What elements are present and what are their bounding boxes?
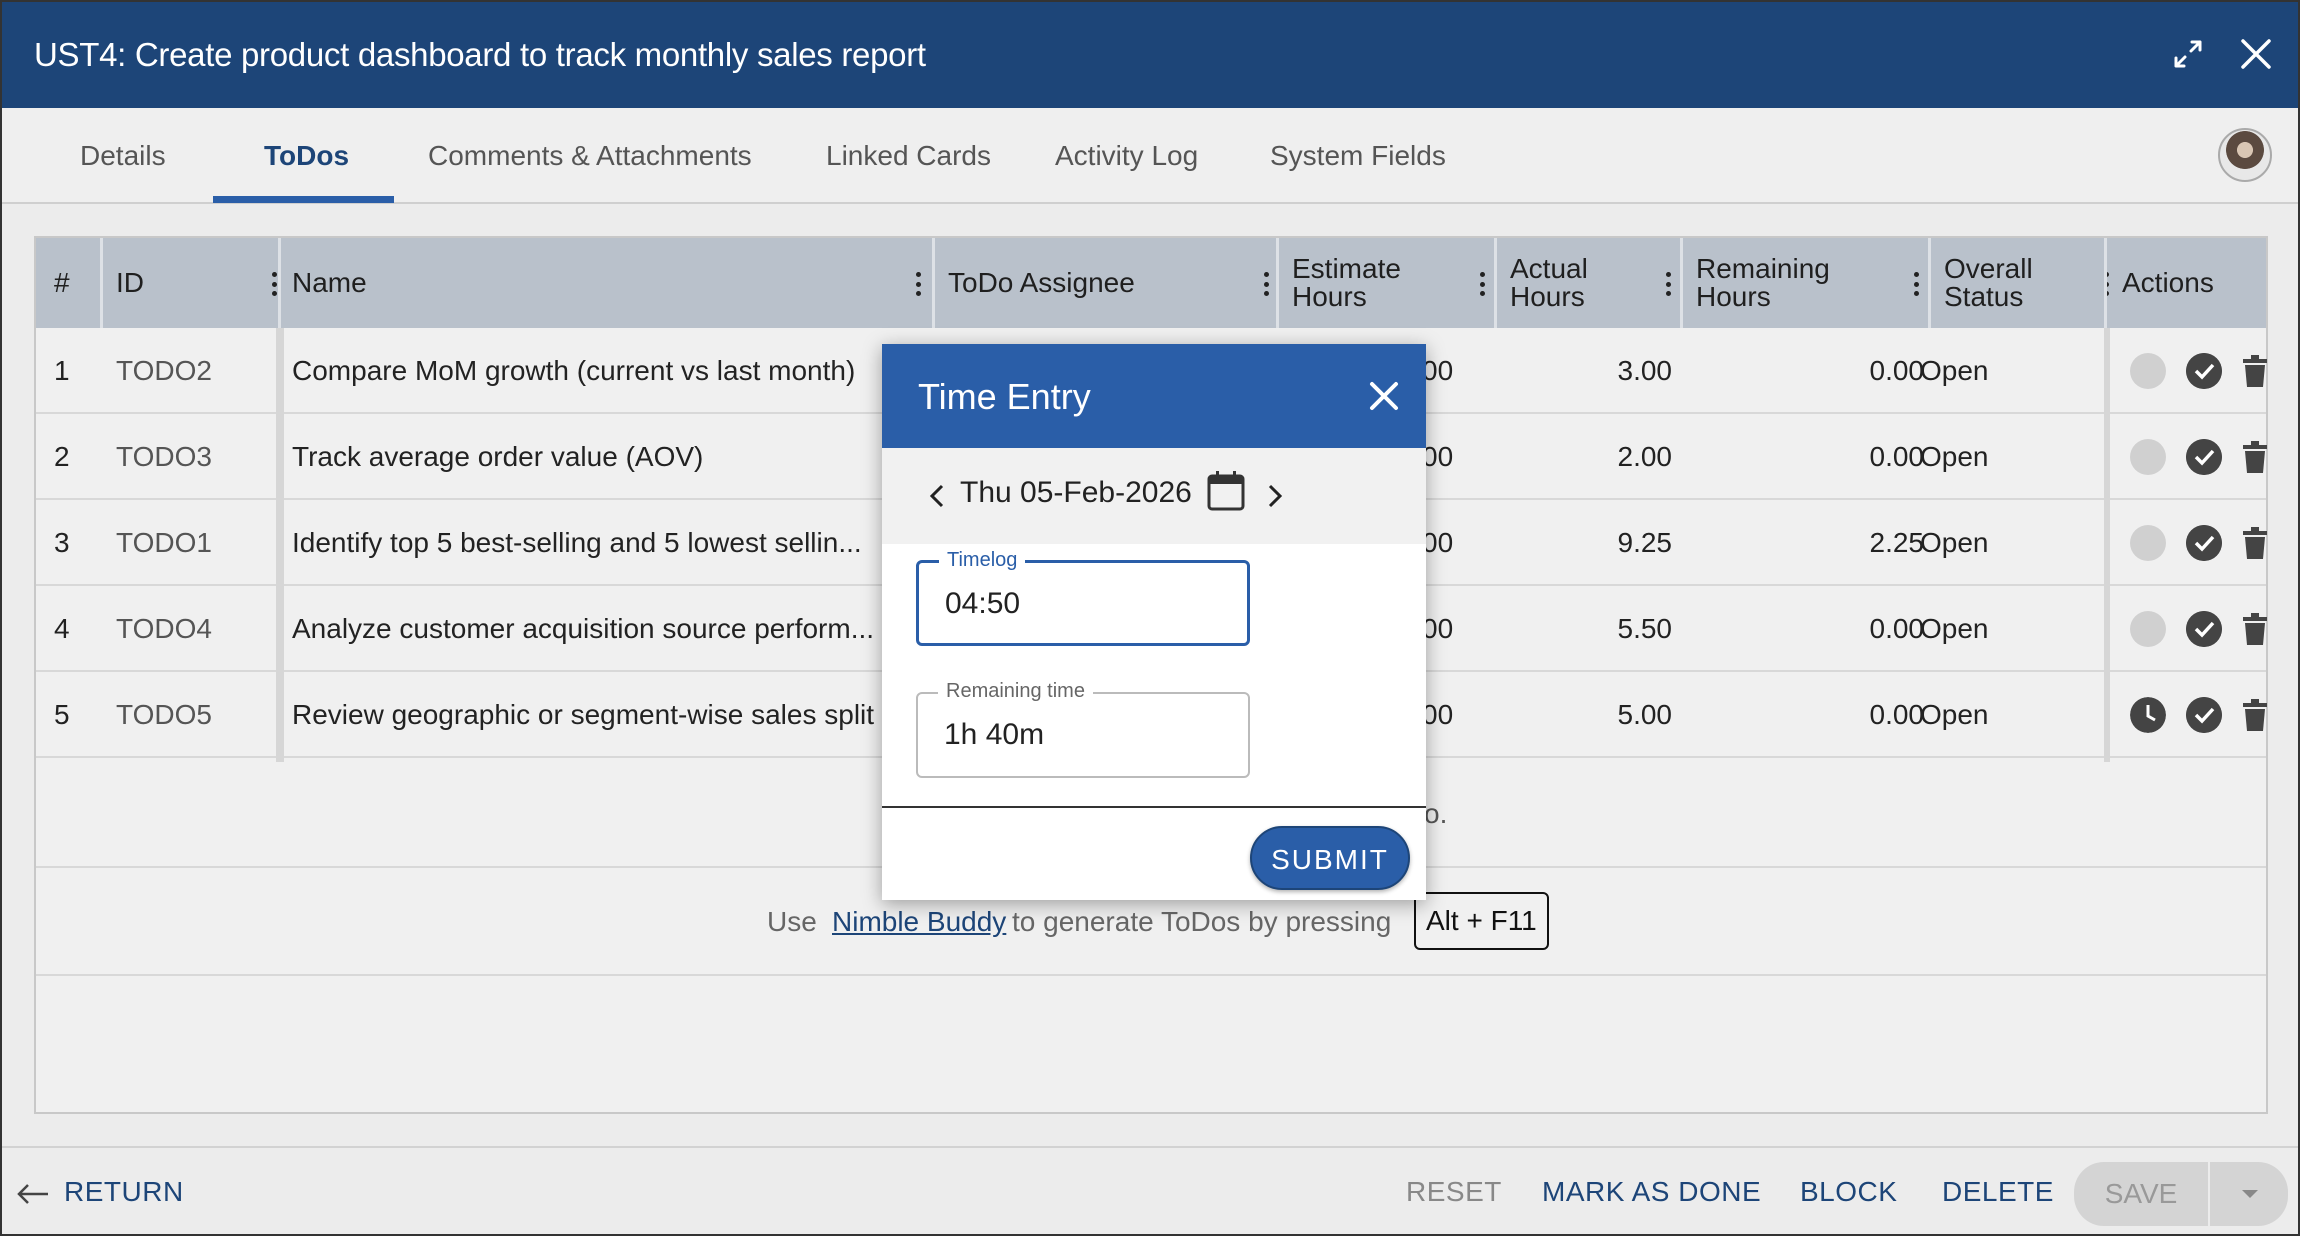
chevron-left-icon[interactable]: [924, 478, 952, 514]
delete-icon[interactable]: [2242, 698, 2268, 732]
log-time-icon[interactable]: [2130, 353, 2166, 389]
column-menu-icon[interactable]: [1666, 272, 1672, 296]
window-title: UST4: Create product dashboard to track …: [34, 36, 926, 73]
tab-details[interactable]: Details: [78, 108, 168, 204]
timelog-field[interactable]: Timelog: [916, 549, 1250, 646]
todo-card-window: UST4: Create product dashboard to track …: [0, 0, 2300, 1236]
log-time-icon[interactable]: [2130, 611, 2166, 647]
delete-button[interactable]: DELETE: [1942, 1176, 2054, 1208]
timelog-input[interactable]: [945, 587, 1225, 621]
dialog-divider: [882, 806, 1426, 808]
mark-done-icon[interactable]: [2186, 353, 2222, 389]
selected-date: Thu 05-Feb-2026: [960, 476, 1192, 509]
mark-done-icon[interactable]: [2186, 525, 2222, 561]
user-avatar[interactable]: [2218, 128, 2272, 182]
tab-todos[interactable]: ToDos: [262, 108, 351, 204]
column-menu-icon[interactable]: [916, 272, 922, 296]
column-menu-icon[interactable]: [1914, 272, 1920, 296]
shortcut-badge: Alt + F11: [1414, 892, 1549, 950]
tab-linked-cards[interactable]: Linked Cards: [824, 108, 993, 204]
table-header: # ID Name ToDo Assignee Estimate Hours Ac…: [36, 238, 2266, 328]
mark-as-done-button[interactable]: MARK AS DONE: [1542, 1176, 1761, 1208]
col-header-status[interactable]: Overall Status: [1924, 238, 2122, 328]
save-button[interactable]: SAVE: [2074, 1162, 2208, 1226]
col-header-remaining[interactable]: Remaining Hours: [1676, 238, 1932, 328]
remaining-time-field[interactable]: Remaining time: [916, 680, 1250, 778]
active-tab-indicator: [213, 196, 394, 203]
log-time-icon[interactable]: [2130, 439, 2166, 475]
delete-icon[interactable]: [2242, 612, 2268, 646]
return-button[interactable]: RETURN: [16, 1176, 184, 1208]
footer-actions: RETURN RESET MARK AS DONE BLOCK DELETE S…: [2, 1146, 2298, 1234]
time-entry-dialog: Time Entry Thu 05-Feb-2026 Timelog Remai…: [882, 344, 1426, 900]
close-icon[interactable]: [2234, 32, 2278, 76]
save-options-dropdown[interactable]: [2210, 1162, 2288, 1226]
col-header-actions: Actions: [2122, 267, 2214, 298]
column-menu-icon[interactable]: [1264, 272, 1270, 296]
dialog-header: Time Entry: [882, 344, 1426, 448]
col-header-id[interactable]: ID: [116, 238, 290, 328]
delete-icon[interactable]: [2242, 526, 2268, 560]
arrow-left-icon: [17, 1183, 48, 1204]
chevron-right-icon[interactable]: [1260, 478, 1288, 514]
nimble-buddy-link[interactable]: Nimble Buddy: [832, 906, 1006, 938]
block-button[interactable]: BLOCK: [1800, 1176, 1897, 1208]
calendar-icon[interactable]: [1206, 470, 1246, 512]
col-header-assignee[interactable]: ToDo Assignee: [948, 238, 1282, 328]
mark-done-icon[interactable]: [2186, 697, 2222, 733]
window-titlebar: UST4: Create product dashboard to track …: [2, 2, 2298, 108]
delete-icon[interactable]: [2242, 354, 2268, 388]
dialog-close-icon[interactable]: [1366, 378, 1402, 414]
mark-done-icon[interactable]: [2186, 611, 2222, 647]
col-header-num: #: [54, 267, 70, 298]
delete-icon[interactable]: [2242, 440, 2268, 474]
tab-bar: Details ToDos Comments & Attachments Lin…: [2, 108, 2298, 204]
date-navigator: Thu 05-Feb-2026: [882, 448, 1426, 544]
expand-icon[interactable]: [2166, 32, 2210, 76]
tab-comments-attachments[interactable]: Comments & Attachments: [426, 108, 754, 204]
remaining-time-input[interactable]: [944, 718, 1224, 752]
tab-system-fields[interactable]: System Fields: [1268, 108, 1448, 204]
log-time-icon[interactable]: [2130, 697, 2166, 733]
column-menu-icon[interactable]: [1480, 272, 1486, 296]
log-time-icon[interactable]: [2130, 525, 2166, 561]
mark-done-icon[interactable]: [2186, 439, 2222, 475]
reset-button[interactable]: RESET: [1406, 1176, 1502, 1208]
submit-button[interactable]: SUBMIT: [1250, 826, 1410, 890]
tab-activity-log[interactable]: Activity Log: [1053, 108, 1200, 204]
dialog-title: Time Entry: [918, 376, 1091, 417]
col-header-name[interactable]: Name: [292, 238, 934, 328]
col-header-estimate[interactable]: Estimate Hours: [1272, 238, 1498, 328]
col-header-actual[interactable]: Actual Hours: [1492, 238, 1684, 328]
